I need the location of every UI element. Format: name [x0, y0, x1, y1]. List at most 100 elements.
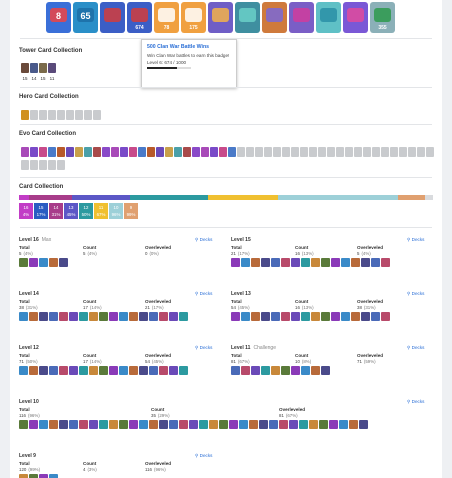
card-thumbnail[interactable] [159, 366, 168, 375]
evo-card[interactable] [84, 147, 92, 157]
card-thumbnail[interactable] [119, 312, 128, 321]
card-thumbnail[interactable] [311, 258, 320, 267]
card-thumbnail[interactable] [311, 366, 320, 375]
hero-card[interactable] [30, 110, 38, 120]
collection-level-box[interactable]: 10 96% [109, 203, 123, 219]
evo-card[interactable] [309, 147, 317, 157]
evo-card[interactable] [174, 147, 182, 157]
card-thumbnail[interactable] [159, 420, 168, 429]
evo-card[interactable] [300, 147, 308, 157]
card-thumbnail[interactable] [49, 258, 58, 267]
card-thumbnail[interactable] [109, 312, 118, 321]
badge-6[interactable]: 175 [181, 2, 206, 33]
card-thumbnail[interactable] [259, 420, 268, 429]
card-thumbnail[interactable] [39, 474, 48, 478]
card-thumbnail[interactable] [79, 366, 88, 375]
hero-card[interactable] [93, 110, 101, 120]
decks-link[interactable]: ⚲ Decks [407, 399, 424, 405]
card-thumbnail[interactable] [209, 420, 218, 429]
card-thumbnail[interactable] [251, 258, 260, 267]
card-thumbnail[interactable] [371, 312, 380, 321]
card-thumbnail[interactable] [99, 312, 108, 321]
card-thumbnail[interactable] [49, 312, 58, 321]
evo-card[interactable] [129, 147, 137, 157]
card-thumbnail[interactable] [179, 312, 188, 321]
card-thumbnail[interactable] [99, 420, 108, 429]
evo-card[interactable] [327, 147, 335, 157]
hero-card[interactable] [21, 110, 29, 120]
card-thumbnail[interactable] [149, 312, 158, 321]
tower-card[interactable] [48, 63, 56, 73]
collection-level-box[interactable]: 9 99% [124, 203, 138, 219]
evo-card[interactable] [291, 147, 299, 157]
evo-card[interactable] [75, 147, 83, 157]
card-thumbnail[interactable] [271, 366, 280, 375]
card-thumbnail[interactable] [129, 312, 138, 321]
badge-7[interactable] [208, 2, 233, 33]
card-thumbnail[interactable] [29, 420, 38, 429]
card-thumbnail[interactable] [139, 312, 148, 321]
card-thumbnail[interactable] [169, 312, 178, 321]
card-thumbnail[interactable] [19, 312, 28, 321]
evo-card[interactable] [93, 147, 101, 157]
evo-card[interactable] [210, 147, 218, 157]
card-thumbnail[interactable] [159, 312, 168, 321]
card-thumbnail[interactable] [179, 420, 188, 429]
card-thumbnail[interactable] [99, 366, 108, 375]
card-thumbnail[interactable] [269, 420, 278, 429]
tower-card[interactable] [39, 63, 47, 73]
evo-card[interactable] [354, 147, 362, 157]
evo-card[interactable] [48, 147, 56, 157]
card-thumbnail[interactable] [169, 366, 178, 375]
card-thumbnail[interactable] [281, 366, 290, 375]
card-thumbnail[interactable] [361, 258, 370, 267]
badge-3[interactable] [100, 2, 125, 33]
card-thumbnail[interactable] [219, 420, 228, 429]
card-thumbnail[interactable] [261, 366, 270, 375]
card-thumbnail[interactable] [49, 420, 58, 429]
card-thumbnail[interactable] [239, 420, 248, 429]
card-thumbnail[interactable] [281, 312, 290, 321]
card-thumbnail[interactable] [109, 366, 118, 375]
card-thumbnail[interactable] [291, 312, 300, 321]
hero-card[interactable] [57, 110, 65, 120]
evo-card[interactable] [57, 160, 65, 170]
evo-card[interactable] [156, 147, 164, 157]
evo-card[interactable] [39, 147, 47, 157]
card-thumbnail[interactable] [229, 420, 238, 429]
evo-card[interactable] [183, 147, 191, 157]
card-thumbnail[interactable] [271, 312, 280, 321]
evo-card[interactable] [264, 147, 272, 157]
card-thumbnail[interactable] [89, 366, 98, 375]
badge-13[interactable]: 355 [370, 2, 395, 33]
decks-link[interactable]: ⚲ Decks [407, 291, 424, 297]
card-thumbnail[interactable] [129, 420, 138, 429]
card-thumbnail[interactable] [301, 258, 310, 267]
card-thumbnail[interactable] [29, 474, 38, 478]
evo-card[interactable] [255, 147, 263, 157]
card-thumbnail[interactable] [289, 420, 298, 429]
card-thumbnail[interactable] [149, 420, 158, 429]
card-thumbnail[interactable] [19, 474, 28, 478]
evo-card[interactable] [417, 147, 425, 157]
card-thumbnail[interactable] [301, 312, 310, 321]
badge-8[interactable] [235, 2, 260, 33]
evo-card[interactable] [30, 147, 38, 157]
card-thumbnail[interactable] [331, 258, 340, 267]
evo-card[interactable] [21, 147, 29, 157]
card-thumbnail[interactable] [351, 312, 360, 321]
decks-link[interactable]: ⚲ Decks [195, 291, 212, 297]
evo-card[interactable] [408, 147, 416, 157]
card-thumbnail[interactable] [381, 258, 390, 267]
card-thumbnail[interactable] [271, 258, 280, 267]
evo-card[interactable] [372, 147, 380, 157]
badge-12[interactable] [343, 2, 368, 33]
evo-card[interactable] [57, 147, 65, 157]
card-thumbnail[interactable] [129, 366, 138, 375]
collection-level-box[interactable]: 12 50% [79, 203, 93, 219]
hero-card[interactable] [39, 110, 47, 120]
card-thumbnail[interactable] [49, 366, 58, 375]
card-thumbnail[interactable] [59, 366, 68, 375]
card-thumbnail[interactable] [381, 312, 390, 321]
hero-card[interactable] [84, 110, 92, 120]
